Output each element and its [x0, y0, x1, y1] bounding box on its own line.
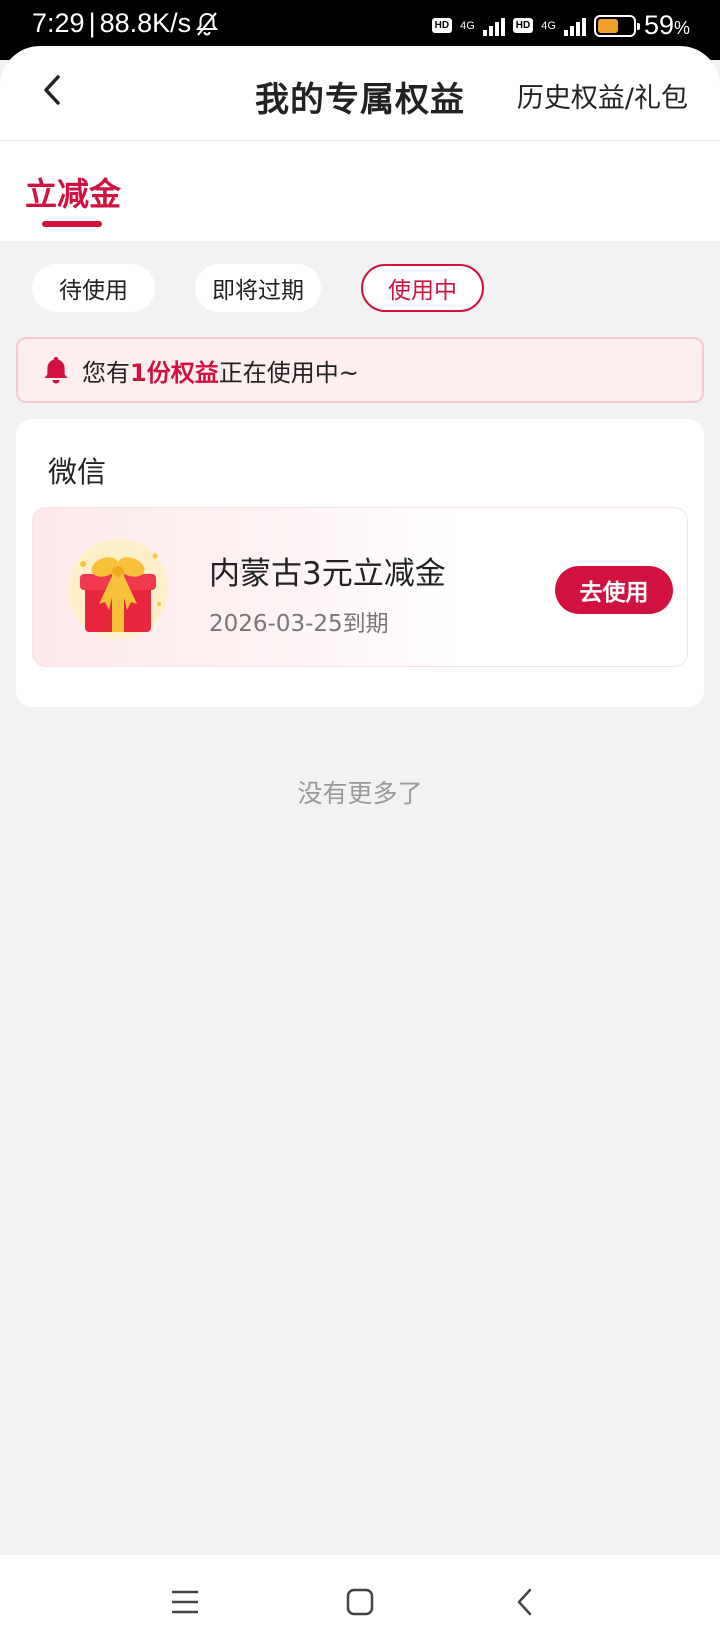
network-type-2: 4G [541, 19, 556, 32]
network-type-1: 4G [460, 19, 475, 32]
nav-menu-button[interactable] [160, 1577, 210, 1627]
use-button[interactable]: 去使用 [555, 566, 673, 614]
status-left: 7:29 | 88.8K/s [32, 8, 219, 39]
usage-notice: 您有1份权益正在使用中~ [16, 337, 704, 403]
section-title: 微信 [48, 455, 107, 489]
signal-icon [482, 16, 505, 36]
back-chevron-icon [517, 1588, 532, 1616]
notice-suffix: 正在使用中~ [218, 358, 359, 387]
hd-icon-2: HD [512, 18, 534, 33]
nav-back-button[interactable] [500, 1577, 550, 1627]
battery-percent: 59 [643, 10, 674, 40]
app-header: 我的专属权益 历史权益/礼包 [0, 46, 720, 141]
status-filter-chips: 待使用 即将过期 使用中 [32, 264, 484, 312]
bell-off-icon [196, 11, 219, 36]
notice-prefix: 您有 [82, 358, 130, 387]
network-speed: 88.8K/s [99, 8, 192, 38]
category-tabs: 立减金 [0, 141, 720, 241]
tab-instant-discount[interactable]: 立减金 [25, 169, 121, 215]
voucher-expiry: 2026-03-25到期 [209, 611, 389, 637]
history-benefits-link[interactable]: 历史权益/礼包 [517, 76, 688, 115]
filter-chip-expiring[interactable]: 即将过期 [195, 264, 321, 312]
battery-icon [593, 14, 640, 37]
voucher-item: 内蒙古3元立减金 2026-03-25到期 去使用 [32, 507, 688, 667]
battery-fill [597, 18, 618, 33]
gift-box-icon [68, 539, 168, 639]
filter-chip-in-use[interactable]: 使用中 [361, 264, 484, 312]
filter-chip-pending[interactable]: 待使用 [32, 264, 155, 312]
bell-icon [44, 357, 68, 384]
system-nav-bar [0, 1555, 720, 1650]
signal-icon-2 [563, 16, 586, 36]
status-right: HD 4G HD 4G 59% [431, 10, 690, 41]
wechat-benefits-card: 微信 内蒙古3元立减金 2026-03-25到期 去使用 [16, 419, 704, 707]
voucher-name: 内蒙古3元立减金 [209, 556, 446, 592]
notice-highlight: 1份权益 [130, 358, 219, 387]
status-time: 7:29 [32, 8, 85, 38]
end-of-list-text: 没有更多了 [297, 779, 423, 808]
menu-icon [172, 1590, 198, 1614]
tab-active-indicator [42, 221, 102, 227]
nav-home-button[interactable] [335, 1577, 385, 1627]
hd-icon: HD [431, 18, 453, 33]
home-square-icon [346, 1588, 374, 1616]
battery-unit: % [673, 18, 690, 38]
